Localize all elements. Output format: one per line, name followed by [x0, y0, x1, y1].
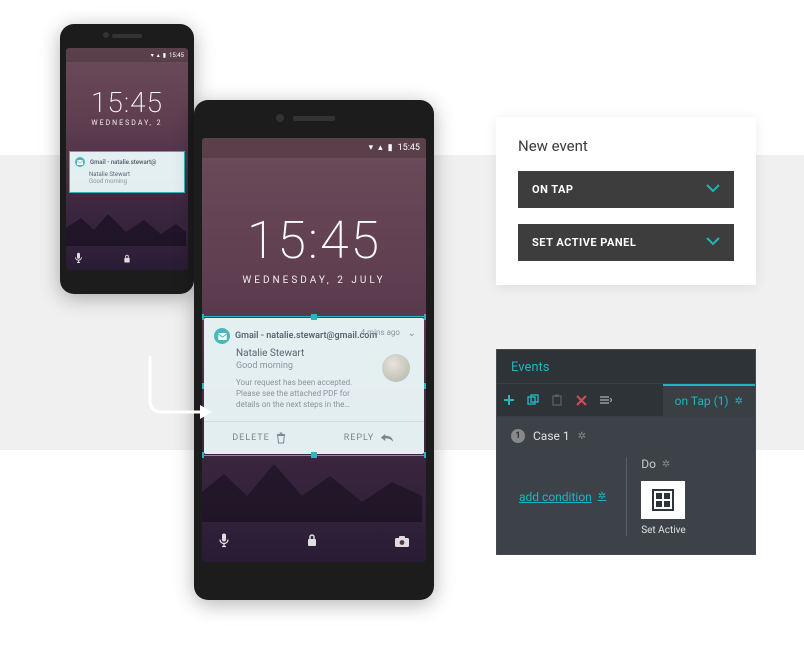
case-index: 1 [511, 429, 525, 443]
add-condition-link[interactable]: add condition ✲ [511, 457, 606, 536]
reply-button[interactable]: REPLY [314, 422, 424, 454]
reply-icon [380, 432, 394, 443]
gear-icon[interactable]: ✲ [578, 431, 586, 442]
avatar [382, 354, 410, 382]
phone-speaker [293, 116, 335, 121]
trigger-label: ON TAP [532, 183, 574, 196]
status-bar: ▾ ▴ ▮ 15:45 [66, 48, 188, 62]
chevron-down-icon [706, 183, 720, 196]
action-tile[interactable] [641, 481, 685, 519]
phone-camera-dot [276, 114, 284, 122]
notification-subject: Good morning [89, 178, 179, 185]
gear-icon[interactable]: ✲ [598, 491, 606, 502]
mail-icon [214, 328, 230, 344]
lockscreen-bottom-bar [202, 522, 426, 562]
notification-header: Gmail - natalie.stewart@ [75, 157, 179, 167]
selection-handle[interactable] [424, 314, 426, 320]
gear-icon[interactable]: ✲ [662, 459, 670, 470]
lockscreen-clock: 15:45 [202, 210, 426, 271]
mic-icon[interactable] [218, 532, 230, 553]
selection-handle[interactable] [311, 452, 317, 458]
chevron-down-icon [706, 236, 720, 249]
gear-icon[interactable]: ✲ [735, 396, 743, 407]
lockscreen-clock: 15:45 [66, 86, 188, 119]
case-label: Case 1 [533, 429, 570, 443]
statusbar-time: 15:45 [169, 52, 184, 59]
lock-icon[interactable] [306, 532, 318, 552]
phone-speaker [112, 34, 142, 38]
events-panel: Events on Tap (1) ✲ 1 Case 1 ✲ add condi… [496, 349, 756, 555]
add-condition-label: add condition [519, 490, 592, 504]
phone-mockup-left: ▾ ▴ ▮ 15:45 15:45 WEDNESDAY, 2 Gmail - n… [60, 24, 194, 294]
lock-icon[interactable] [123, 249, 131, 268]
delete-button[interactable] [569, 385, 593, 415]
reply-label: REPLY [344, 433, 375, 443]
mountain-silhouette [202, 452, 422, 522]
selection-handle[interactable] [202, 452, 204, 458]
selection-handle[interactable] [424, 452, 426, 458]
case-row[interactable]: 1 Case 1 ✲ [511, 429, 741, 443]
notification-card-expanded[interactable]: Gmail - natalie.stewart@gmail.com 4 mins… [204, 318, 424, 454]
selection-handle[interactable] [202, 314, 204, 320]
delete-button[interactable]: DELETE [204, 422, 314, 454]
trash-icon [276, 432, 286, 444]
battery-icon: ▮ [163, 52, 166, 59]
statusbar-time: 15:45 [398, 143, 420, 153]
signal-icon: ▾ [369, 143, 374, 153]
chevron-down-icon[interactable]: ⌄ [408, 328, 416, 339]
battery-icon: ▮ [388, 143, 393, 153]
duplicate-button[interactable] [521, 385, 545, 415]
lockscreen-bottom-bar [66, 246, 188, 270]
notification-sender: Gmail - natalie.stewart@gmail.com [235, 331, 377, 341]
list-options-button[interactable] [593, 385, 617, 415]
event-tab-label: on Tap (1) [675, 394, 729, 408]
panel-grid-icon [652, 489, 674, 511]
action-dropdown[interactable]: SET ACTIVE PANEL [518, 224, 734, 261]
delete-label: DELETE [232, 433, 270, 443]
phone-screen: ▾ ▴ ▮ 15:45 15:45 WEDNESDAY, 2 JULY Gmai… [202, 138, 426, 562]
selection-handle[interactable] [424, 383, 426, 389]
action-tile-label: Set Active [641, 525, 686, 536]
signal-icon: ▾ [151, 52, 154, 59]
notification-name: Natalie Stewart [89, 171, 179, 178]
action-label: SET ACTIVE PANEL [532, 236, 636, 249]
lockscreen-date: WEDNESDAY, 2 JULY [202, 275, 426, 286]
wifi-icon: ▴ [157, 52, 160, 59]
flow-arrow [140, 352, 220, 432]
selection-outline[interactable]: Gmail - natalie.stewart@gmail.com 4 mins… [202, 318, 426, 454]
do-label-row: Do ✲ [641, 457, 686, 471]
mail-icon [75, 157, 85, 167]
status-bar: ▾ ▴ ▮ 15:45 [202, 138, 426, 158]
wifi-icon: ▴ [378, 143, 383, 153]
selection-handle[interactable] [311, 314, 317, 320]
notification-actions: DELETE REPLY [204, 421, 424, 454]
panel-title: New event [518, 137, 734, 155]
phone-screen: ▾ ▴ ▮ 15:45 15:45 WEDNESDAY, 2 Gmail - n… [66, 48, 188, 270]
events-toolbar: on Tap (1) ✲ [497, 384, 755, 417]
do-column: Do ✲ Set Active [626, 457, 686, 536]
mic-icon[interactable] [74, 249, 83, 268]
do-label: Do [641, 457, 656, 471]
add-button[interactable] [497, 385, 521, 415]
notification-card-collapsed[interactable]: Gmail - natalie.stewart@ Natalie Stewart… [69, 151, 185, 193]
events-body: 1 Case 1 ✲ add condition ✲ Do ✲ Set Acti… [497, 417, 755, 554]
notification-time: 4 mins ago [361, 328, 400, 337]
notification-body: Your request has been accepted. Please s… [236, 377, 366, 411]
lockscreen-date: WEDNESDAY, 2 [66, 119, 188, 127]
paste-button[interactable] [545, 385, 569, 415]
phone-camera-dot [103, 32, 109, 38]
new-event-panel: New event ON TAP SET ACTIVE PANEL [496, 117, 756, 285]
phone-mockup-right: ▾ ▴ ▮ 15:45 15:45 WEDNESDAY, 2 JULY Gmai… [194, 100, 434, 600]
trigger-dropdown[interactable]: ON TAP [518, 171, 734, 208]
camera-icon[interactable] [394, 533, 410, 552]
notification-sender: Gmail - natalie.stewart@ [90, 159, 156, 166]
mountain-silhouette [66, 206, 186, 246]
events-header: Events [497, 350, 755, 384]
event-tab[interactable]: on Tap (1) ✲ [663, 384, 755, 416]
